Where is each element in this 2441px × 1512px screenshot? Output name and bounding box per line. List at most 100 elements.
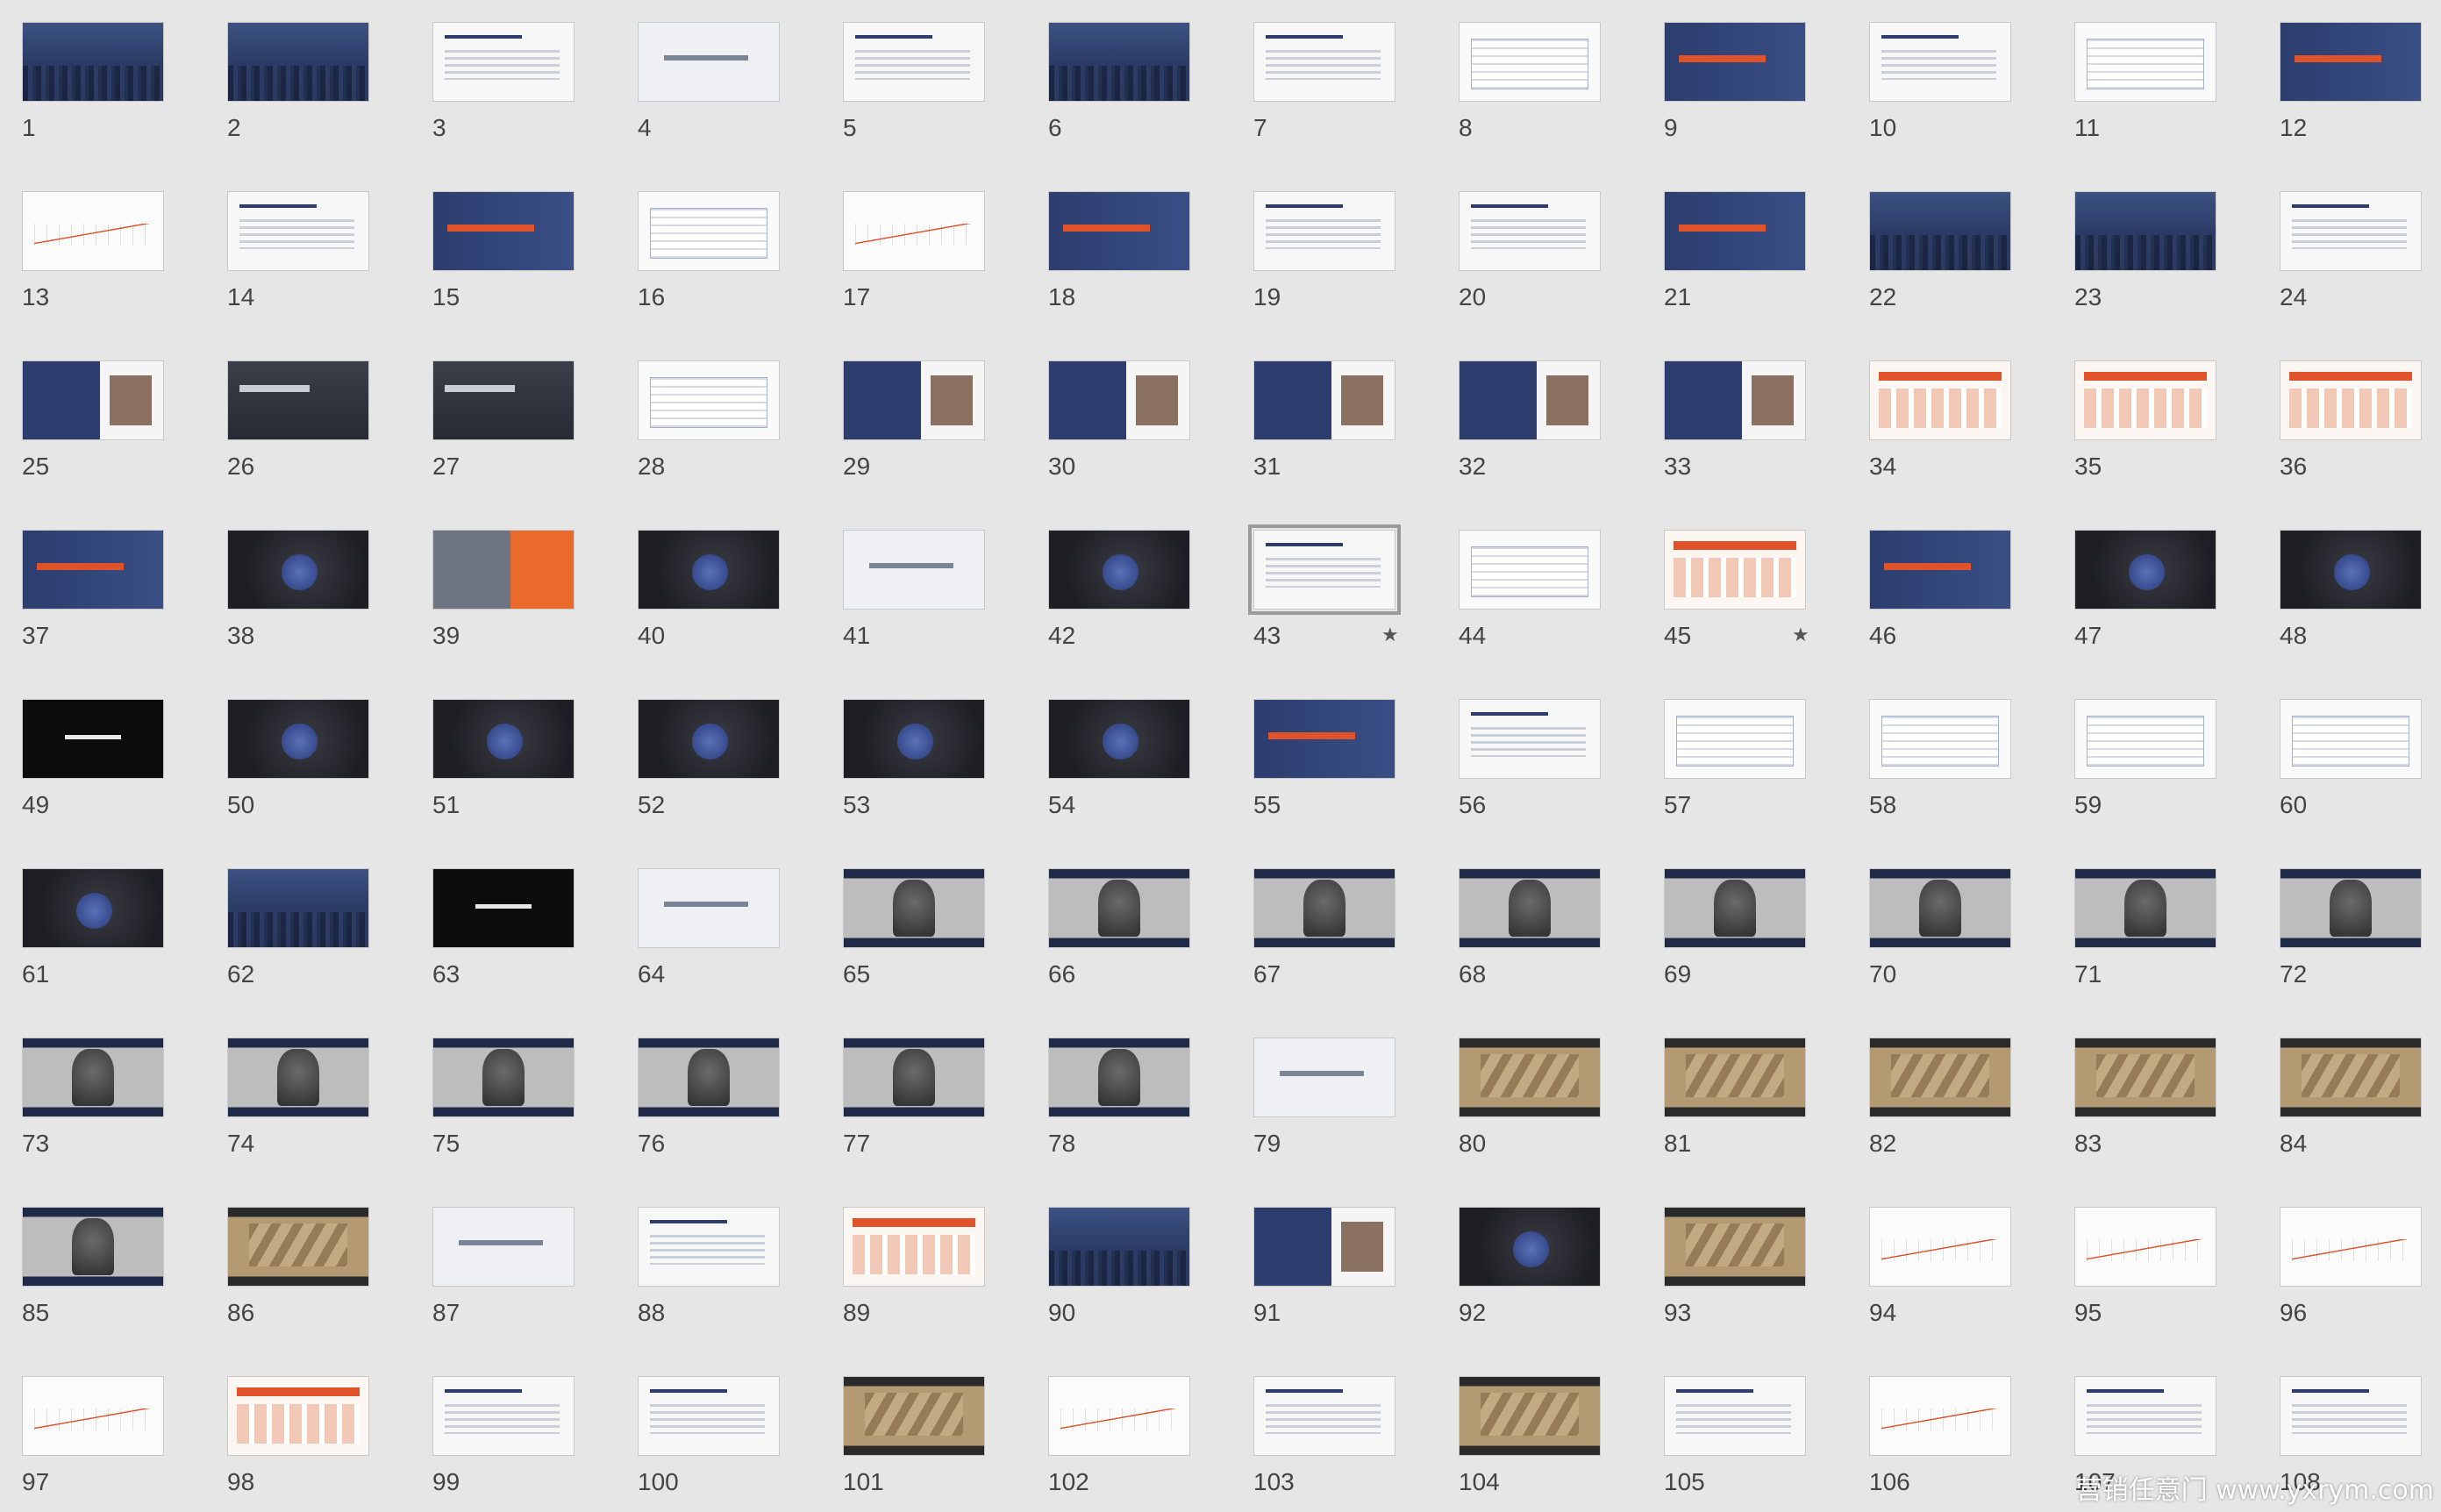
slide-preview-image[interactable] — [1253, 1376, 1395, 1456]
animation-star-icon[interactable]: ★ — [1381, 624, 1399, 645]
slide-preview-image[interactable] — [1664, 1207, 1806, 1287]
slide-preview-image[interactable] — [1048, 1207, 1190, 1287]
slide-preview-image[interactable] — [227, 530, 369, 610]
slide-preview-image[interactable] — [432, 1207, 575, 1287]
slide-preview-image[interactable] — [1869, 1038, 2011, 1117]
slide-preview-image[interactable] — [1664, 1038, 1806, 1117]
slide-preview-image[interactable] — [432, 1038, 575, 1117]
slide-preview-image[interactable] — [1048, 1376, 1190, 1456]
slide-preview-image[interactable] — [227, 1038, 369, 1117]
slide-preview-image[interactable] — [22, 22, 164, 102]
slide-preview-image[interactable] — [1048, 1038, 1190, 1117]
slide-preview-image[interactable] — [1048, 360, 1190, 440]
slide-preview-image[interactable] — [2074, 1207, 2216, 1287]
slide-preview-image[interactable] — [2280, 1038, 2422, 1117]
slide-preview-image[interactable] — [1253, 699, 1395, 779]
slide-preview-image[interactable] — [22, 1207, 164, 1287]
slide-preview-image[interactable] — [1869, 530, 2011, 610]
slide-preview-image[interactable] — [843, 1376, 985, 1456]
slide-preview-image[interactable] — [1459, 868, 1601, 948]
slide-preview-image[interactable] — [22, 530, 164, 610]
slide-preview-image[interactable] — [432, 530, 575, 610]
slide-preview-image[interactable] — [1459, 699, 1601, 779]
slide-preview-image[interactable] — [1253, 1038, 1395, 1117]
slide-preview-image[interactable] — [22, 191, 164, 271]
slide-preview-image[interactable] — [638, 191, 780, 271]
slide-preview-image[interactable] — [2074, 1376, 2216, 1456]
slide-preview-image[interactable] — [1459, 360, 1601, 440]
slide-preview-image[interactable] — [2280, 868, 2422, 948]
slide-preview-image[interactable] — [2280, 22, 2422, 102]
slide-preview-image[interactable] — [432, 699, 575, 779]
slide-preview-image[interactable] — [638, 1038, 780, 1117]
slide-preview-image[interactable] — [2074, 530, 2216, 610]
slide-preview-image[interactable] — [843, 699, 985, 779]
slide-preview-image[interactable] — [638, 22, 780, 102]
slide-preview-image[interactable] — [227, 1376, 369, 1456]
slide-preview-image[interactable] — [638, 1207, 780, 1287]
slide-preview-image[interactable] — [227, 699, 369, 779]
slide-preview-image[interactable] — [1459, 1207, 1601, 1287]
slide-preview-image[interactable] — [1253, 1207, 1395, 1287]
slide-preview-image[interactable] — [432, 360, 575, 440]
slide-preview-image[interactable] — [1664, 868, 1806, 948]
slide-preview-image[interactable] — [1664, 22, 1806, 102]
slide-preview-image[interactable] — [1459, 22, 1601, 102]
slide-preview-image[interactable] — [432, 22, 575, 102]
slide-preview-image[interactable] — [1459, 530, 1601, 610]
slide-preview-image[interactable] — [1869, 699, 2011, 779]
slide-preview-image[interactable] — [1869, 1376, 2011, 1456]
slide-preview-image[interactable] — [843, 191, 985, 271]
slide-preview-image[interactable] — [638, 699, 780, 779]
slide-preview-image[interactable] — [1869, 360, 2011, 440]
slide-preview-image[interactable] — [1664, 191, 1806, 271]
slide-preview-image[interactable] — [1048, 191, 1190, 271]
slide-preview-image[interactable] — [638, 868, 780, 948]
slide-preview-image[interactable] — [2280, 699, 2422, 779]
slide-preview-image[interactable] — [1664, 360, 1806, 440]
slide-preview-image[interactable] — [1459, 1376, 1601, 1456]
slide-preview-image[interactable] — [843, 1038, 985, 1117]
slide-preview-image[interactable] — [227, 1207, 369, 1287]
slide-preview-image[interactable] — [2280, 191, 2422, 271]
slide-preview-image[interactable] — [1869, 868, 2011, 948]
slide-preview-image[interactable] — [1664, 530, 1806, 610]
slide-preview-image[interactable] — [2280, 530, 2422, 610]
slide-preview-image[interactable] — [843, 868, 985, 948]
slide-preview-image[interactable] — [638, 360, 780, 440]
slide-preview-image[interactable] — [843, 22, 985, 102]
slide-preview-image[interactable] — [2280, 1376, 2422, 1456]
slide-preview-image[interactable] — [22, 1376, 164, 1456]
slide-preview-image[interactable] — [1253, 868, 1395, 948]
slide-preview-image[interactable] — [227, 360, 369, 440]
slide-preview-image[interactable] — [1048, 699, 1190, 779]
slide-preview-image[interactable] — [432, 191, 575, 271]
slide-preview-image[interactable] — [2074, 360, 2216, 440]
slide-preview-image[interactable] — [1664, 1376, 1806, 1456]
slide-preview-image[interactable] — [2074, 699, 2216, 779]
slide-preview-image[interactable] — [1459, 191, 1601, 271]
slide-preview-image[interactable] — [2074, 191, 2216, 271]
slide-preview-image[interactable] — [2074, 22, 2216, 102]
slide-preview-image[interactable] — [843, 1207, 985, 1287]
slide-preview-image[interactable] — [1253, 191, 1395, 271]
slide-preview-image[interactable] — [638, 530, 780, 610]
slide-preview-image[interactable] — [22, 699, 164, 779]
slide-preview-image[interactable] — [1869, 1207, 2011, 1287]
slide-preview-image[interactable] — [2074, 1038, 2216, 1117]
slide-preview-image[interactable] — [432, 868, 575, 948]
slide-preview-image[interactable] — [843, 360, 985, 440]
slide-preview-image[interactable] — [2280, 360, 2422, 440]
slide-preview-image[interactable] — [22, 1038, 164, 1117]
slide-preview-image[interactable] — [1459, 1038, 1601, 1117]
slide-preview-image[interactable] — [227, 191, 369, 271]
slide-preview-image[interactable] — [2074, 868, 2216, 948]
slide-preview-image[interactable] — [843, 530, 985, 610]
slide-preview-image[interactable] — [1869, 22, 2011, 102]
slide-preview-image[interactable] — [2280, 1207, 2422, 1287]
slide-preview-image[interactable] — [1048, 22, 1190, 102]
slide-preview-image[interactable] — [22, 868, 164, 948]
slide-preview-image[interactable] — [1869, 191, 2011, 271]
slide-preview-image[interactable] — [638, 1376, 780, 1456]
slide-preview-image[interactable] — [227, 868, 369, 948]
